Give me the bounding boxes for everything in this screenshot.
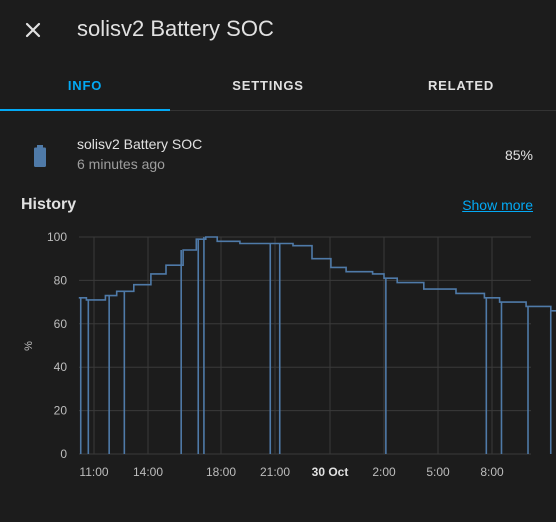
series-line bbox=[78, 236, 556, 312]
close-icon bbox=[25, 22, 41, 38]
dialog-title: solisv2 Battery SOC bbox=[77, 16, 274, 41]
y-tick-label: 0 bbox=[60, 447, 67, 461]
tab-bar: INFO SETTINGS RELATED bbox=[0, 62, 556, 111]
x-tick-label: 5:00 bbox=[426, 465, 450, 479]
y-axis-label: % bbox=[23, 341, 35, 351]
entity-row: solisv2 Battery SOC 6 minutes ago 85% bbox=[0, 125, 556, 181]
x-tick-label: 18:00 bbox=[206, 465, 236, 479]
tab-info-label: INFO bbox=[67, 78, 103, 93]
battery-icon bbox=[34, 145, 46, 167]
x-tick-label: 11:00 bbox=[79, 465, 108, 479]
dialog-header: solisv2 Battery SOC bbox=[0, 0, 556, 62]
tab-related-label: RELATED bbox=[427, 78, 495, 93]
active-tab-indicator bbox=[0, 109, 170, 111]
y-tick-label: 100 bbox=[47, 230, 67, 244]
history-chart: 0 20 40 60 80 100 11:00 14:00 18:00 21:00 30 Oct 2:… bbox=[23, 230, 556, 479]
y-tick-label: 20 bbox=[54, 404, 68, 418]
more-info-dialog: solisv2 Battery SOC INFO SETTINGS RELATE… bbox=[0, 0, 556, 522]
entity-last-changed: 6 minutes ago bbox=[77, 156, 165, 172]
y-tick-label: 40 bbox=[54, 360, 68, 374]
show-more-link[interactable]: Show more bbox=[462, 197, 533, 213]
entity-name: solisv2 Battery SOC bbox=[77, 136, 203, 152]
tab-info[interactable]: INFO bbox=[0, 62, 170, 111]
y-tick-label: 60 bbox=[54, 317, 68, 331]
x-tick-label: 30 Oct bbox=[312, 465, 349, 479]
y-tick-label: 80 bbox=[54, 273, 68, 287]
tab-settings-label: SETTINGS bbox=[232, 78, 304, 93]
close-button[interactable] bbox=[20, 17, 46, 43]
x-tick-label: 21:00 bbox=[260, 465, 290, 479]
x-tick-label: 8:00 bbox=[480, 465, 504, 479]
tab-settings[interactable]: SETTINGS bbox=[183, 62, 353, 110]
tab-related[interactable]: RELATED bbox=[396, 62, 526, 110]
history-heading: History bbox=[21, 196, 77, 213]
x-tick-label: 14:00 bbox=[133, 465, 163, 479]
x-tick-label: 2:00 bbox=[372, 465, 396, 479]
entity-state: 85% bbox=[504, 147, 533, 163]
